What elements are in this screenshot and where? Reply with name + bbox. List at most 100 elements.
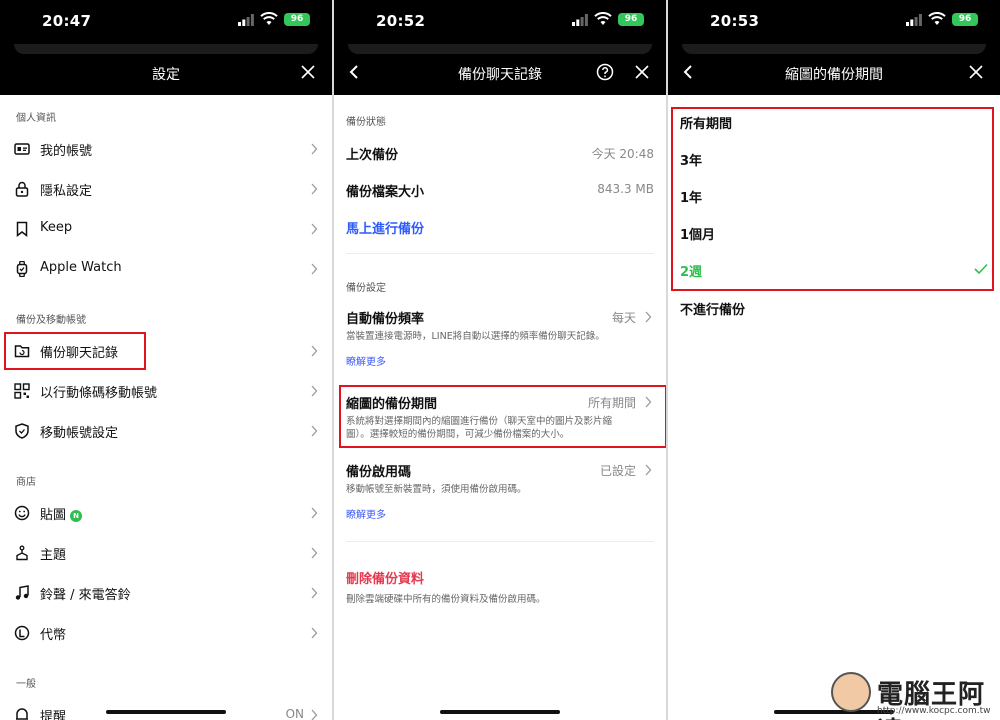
close-icon[interactable] (300, 64, 316, 80)
backup-size-row: 備份檔案大小 843.3 MB (346, 181, 654, 201)
bell-icon (16, 708, 28, 720)
settings-item-privacy[interactable]: 隱私設定 (0, 169, 332, 209)
backup-size-value: 843.3 MB (597, 182, 654, 196)
cellular-signal-icon (906, 14, 922, 26)
settings-item-qr-transfer[interactable]: 以行動條碼移動帳號 (0, 371, 332, 411)
home-indicator (440, 710, 560, 714)
settings-item-coins[interactable]: 代幣 (0, 613, 332, 653)
status-bar: 20:52 96 (334, 0, 666, 44)
chevron-right-icon (311, 263, 318, 275)
smiley-icon (14, 505, 30, 521)
home-indicator (106, 710, 226, 714)
settings-item-label: 貼圖 (40, 508, 67, 523)
settings-item-notifications[interactable]: 提醒 ON (0, 695, 332, 720)
delete-backup-description: 刪除雲端硬碟中所有的備份資料及備份啟用碼。 (346, 594, 546, 605)
close-icon[interactable] (968, 64, 984, 80)
auto-backup-frequency-row[interactable]: 自動備份頻率 每天 當裝置連接電源時，LINE將自動以選擇的頻率備份聊天記錄。 (346, 308, 654, 344)
settings-item-label: 鈴聲 / 來電答鈴 (40, 588, 131, 603)
section-label: 一般 (16, 679, 36, 690)
chevron-right-icon (311, 385, 318, 397)
period-option-no-backup[interactable]: 不進行備份 (680, 289, 988, 326)
section-label: 備份及移動帳號 (16, 315, 86, 326)
backup-chat-panel: 20:52 96 備份聊天記錄 備份狀態 上次備份 今天 20:48 備份檔案大… (334, 0, 666, 720)
battery-indicator: 96 (284, 13, 310, 26)
settings-item-apple-watch[interactable]: Apple Watch (0, 249, 332, 289)
watermark: 電腦王阿達 http://www.kocpc.com.tw (825, 668, 1000, 720)
status-bar: 20:53 96 (668, 0, 1000, 44)
settings-item-stickers[interactable]: 貼圖 N (0, 493, 332, 533)
page-title: 縮圖的備份期間 (785, 67, 883, 83)
wifi-icon (928, 12, 946, 25)
cellular-signal-icon (238, 14, 254, 26)
sheet-lip (14, 44, 318, 54)
chevron-right-icon (311, 547, 318, 559)
section-label: 個人資訊 (16, 113, 56, 124)
settings-item-transfer-settings[interactable]: 移動帳號設定 (0, 411, 332, 451)
new-badge: N (70, 510, 83, 522)
battery-indicator: 96 (618, 13, 644, 26)
last-backup-value: 今天 20:48 (591, 147, 654, 161)
bookmark-icon (16, 221, 28, 237)
settings-item-my-account[interactable]: 我的帳號 (0, 129, 332, 169)
status-time: 20:52 (376, 12, 426, 30)
settings-item-label: 提醒 (40, 710, 67, 720)
thumbnail-period-panel: 20:53 96 縮圖的備份期間 所有期間 3年 1年 1個月 2週 不進行備份 (668, 0, 1000, 720)
chevron-right-icon (311, 627, 318, 639)
settings-item-label: 移動帳號設定 (40, 426, 119, 441)
chevron-right-icon (645, 464, 652, 476)
section-label: 商店 (16, 477, 36, 488)
battery-indicator: 96 (952, 13, 978, 26)
qr-code-icon (14, 383, 30, 399)
chevron-right-icon (311, 709, 318, 720)
section-label: 備份狀態 (346, 117, 386, 128)
id-card-icon (14, 143, 30, 155)
highlight-box (4, 332, 146, 370)
chevron-right-icon (311, 507, 318, 519)
music-note-icon (15, 585, 29, 600)
wifi-icon (260, 12, 278, 25)
nav-header: 縮圖的備份期間 (668, 44, 1000, 95)
sheet-lip (348, 44, 652, 54)
close-icon[interactable] (634, 64, 650, 80)
chevron-right-icon (311, 223, 318, 235)
backup-pin-description: 移動帳號至新裝置時，須使用備份啟用碼。 (346, 484, 527, 495)
auto-backup-description: 當裝置連接電源時，LINE將自動以選擇的頻率備份聊天記錄。 (346, 331, 605, 342)
shield-icon (15, 423, 29, 439)
chevron-right-icon (311, 345, 318, 357)
settings-item-label-wrap: 貼圖 N (40, 504, 83, 523)
learn-more-link[interactable]: 瞭解更多 (346, 353, 386, 368)
help-icon[interactable] (596, 63, 614, 81)
learn-more-link[interactable]: 瞭解更多 (346, 506, 386, 521)
highlight-box (339, 385, 666, 448)
cellular-signal-icon (572, 14, 588, 26)
settings-item-label: 隱私設定 (40, 184, 93, 199)
settings-panel: 20:47 96 設定 個人資訊 我的帳號 隱私設定 Keep Apple Wa… (0, 0, 332, 720)
nav-header: 設定 (0, 44, 332, 95)
last-backup-row: 上次備份 今天 20:48 (346, 144, 654, 164)
watch-icon (16, 261, 28, 277)
status-time: 20:47 (42, 12, 92, 30)
settings-item-themes[interactable]: 主題 (0, 533, 332, 573)
status-bar: 20:47 96 (0, 0, 332, 44)
settings-item-keep[interactable]: Keep (0, 209, 332, 249)
nav-header: 備份聊天記錄 (334, 44, 666, 95)
delete-backup-button[interactable]: 刪除備份資料 (346, 568, 424, 587)
chevron-right-icon (311, 425, 318, 437)
settings-item-value: ON (285, 707, 304, 720)
status-time: 20:53 (710, 12, 760, 30)
settings-list: 個人資訊 我的帳號 隱私設定 Keep Apple Watch 備份及移動帳號 … (0, 95, 332, 720)
backup-now-button[interactable]: 馬上進行備份 (346, 218, 424, 237)
page-title: 設定 (152, 67, 180, 83)
chevron-right-icon (311, 143, 318, 155)
divider (346, 253, 654, 254)
divider (346, 541, 654, 542)
settings-item-label: 主題 (40, 548, 67, 563)
last-backup-label: 上次備份 (346, 148, 399, 163)
backup-pin-label: 備份啟用碼 (346, 465, 412, 480)
backup-pin-row[interactable]: 備份啟用碼 已設定 移動帳號至新裝置時，須使用備份啟用碼。 (346, 461, 654, 497)
theme-icon (16, 545, 28, 561)
watermark-url: http://www.kocpc.com.tw (877, 706, 991, 716)
settings-item-ringtones[interactable]: 鈴聲 / 來電答鈴 (0, 573, 332, 613)
chevron-right-icon (311, 183, 318, 195)
section-label: 備份設定 (346, 283, 386, 294)
